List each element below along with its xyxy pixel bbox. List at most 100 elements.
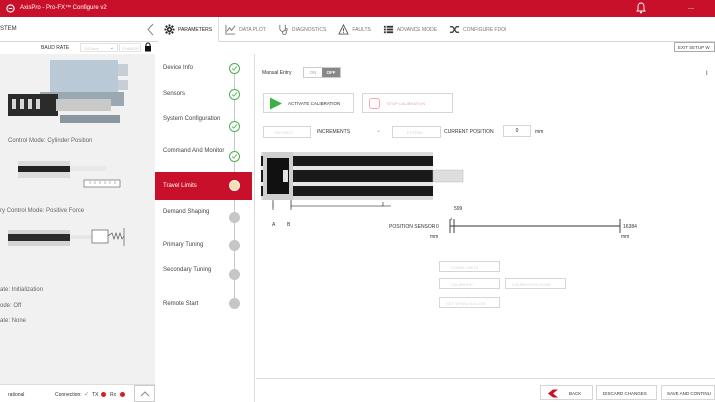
tab-configure-fdoi[interactable]: CONFIGURE FDOI <box>443 17 512 42</box>
retract-label: RETRACT <box>275 130 294 135</box>
toolbar: BAUD RATE 115 kb/s ⌄ CHANGE EXIT SETUP W <box>0 42 715 54</box>
tab-label: PARAMETERS <box>178 26 213 33</box>
position-sensor-label: POSITION SENSOR <box>389 224 436 230</box>
chevron-left-icon[interactable] <box>147 23 154 36</box>
step-demand-shaping[interactable]: Demand Shaping <box>155 200 252 238</box>
discard-changes-label: DISCARD CHANGES <box>603 391 647 396</box>
exit-setup-button[interactable]: EXIT SETUP W <box>674 42 715 52</box>
status-bar: rational Connection: ✓ TX Rx <box>0 384 155 402</box>
window-title: AxisPro - Pro-FX™ Configure v2 <box>20 5 107 11</box>
state-text: ate: Initialization <box>0 287 44 293</box>
sensor-min-unit: mm <box>430 234 439 240</box>
tab-label: ADVANCE MODE <box>396 26 438 33</box>
toggle-on: ON <box>309 70 317 75</box>
save-and-continue-button[interactable]: SAVE AND CONTINU <box>661 385 715 400</box>
step-label: System Configuration <box>163 116 221 122</box>
learn-limits-label: LEARN LIMITS <box>451 265 479 270</box>
set-speed-accel-label: SET SPEED & ACCEL <box>446 301 487 306</box>
connection-label: Connection: <box>55 392 82 398</box>
minimize-button[interactable]: — <box>688 6 694 12</box>
current-position-input[interactable]: 0 <box>503 125 531 137</box>
stop-calibration-button[interactable]: STOP CALIBRATION <box>362 93 453 113</box>
calibration-done-label: CALIBRATION DONE <box>512 282 552 287</box>
step-system-configuration[interactable]: System Configuration <box>155 108 252 146</box>
mode-text: ode: Off <box>0 303 22 309</box>
fault-state-text: ate: None <box>0 318 27 324</box>
rx-indicator <box>120 392 125 397</box>
play-icon <box>270 97 282 110</box>
tab-parameters[interactable]: PARAMETERS <box>158 17 220 42</box>
stethoscope-icon <box>279 24 288 35</box>
chevron-up-icon <box>140 391 150 397</box>
list-icon <box>383 25 393 34</box>
device-illustration <box>8 60 128 246</box>
retract-button[interactable]: RETRACT <box>263 126 311 138</box>
discard-changes-button[interactable]: DISCARD CHANGES <box>596 385 657 400</box>
chevron-down-icon: ⌄ <box>109 45 114 51</box>
step-primary-tuning[interactable]: Primary Tuning <box>155 238 252 264</box>
setup-steps: Device Info Sensors System Configuration… <box>155 54 255 402</box>
step-label: Sensors <box>163 91 186 97</box>
step-secondary-tuning[interactable]: Secondary Tuning <box>155 264 252 294</box>
position-sensor-scale <box>449 219 621 233</box>
pending-indicator <box>229 240 240 251</box>
step-sensors[interactable]: Sensors <box>155 82 252 108</box>
step-remote-start[interactable]: Remote Start <box>155 294 252 314</box>
baud-rate-select[interactable]: 115 kb/s ⌄ <box>80 43 118 52</box>
step-device-info[interactable]: Device Info <box>155 54 252 82</box>
tab-faults[interactable]: FAULTS <box>332 17 377 42</box>
footer-divider <box>256 378 715 379</box>
set-speed-accel-button[interactable]: SET SPEED & ACCEL <box>439 297 500 308</box>
back-label: BACK <box>569 391 582 396</box>
step-label: Primary Tuning <box>163 242 204 248</box>
tab-label: CONFIGURE FDOI <box>463 26 507 33</box>
baud-rate-value: 115 kb/s <box>84 46 99 51</box>
current-position-unit: mm <box>535 129 544 135</box>
current-position-label: CURRENT POSITION <box>444 129 494 135</box>
lock-icon[interactable] <box>144 42 152 52</box>
step-travel-limits[interactable]: Travel Limits <box>155 172 252 200</box>
step-label: Demand Shaping <box>163 209 210 215</box>
baud-rate-label: BAUD RATE <box>41 45 70 51</box>
app-logo-icon <box>6 4 15 13</box>
device-overview-panel: Control Mode: Cylinder Position ry Contr… <box>0 54 155 384</box>
tab-data-plot[interactable]: DATA PLOT <box>219 17 272 42</box>
expand-button[interactable] <box>134 385 155 402</box>
save-and-continue-label: SAVE AND CONTINU <box>667 391 711 396</box>
sensor-max-value: 16384 <box>623 224 637 230</box>
active-step-indicator <box>229 180 240 191</box>
extend-button[interactable]: EXTEND <box>392 126 441 138</box>
control-mode-text: Control Mode: Cylinder Position <box>8 138 93 144</box>
check-icon <box>229 121 240 132</box>
step-label: Travel Limits <box>163 183 197 189</box>
change-button[interactable]: CHANGE <box>119 43 141 52</box>
calibration-done-button[interactable]: CALIBRATION DONE <box>505 278 566 289</box>
increments-label: INCREMENTS <box>317 129 351 135</box>
sensor-min-value: 0 <box>436 224 439 230</box>
pending-indicator <box>229 212 240 223</box>
stop-icon <box>369 98 380 109</box>
tab-diagnostics[interactable]: DIAGNOSTICS <box>272 17 332 42</box>
back-button[interactable]: BACK <box>540 385 593 400</box>
title-bar: AxisPro - Pro-FX™ Configure v2 — <box>0 0 715 17</box>
bell-icon[interactable] <box>636 2 646 14</box>
step-label: Secondary Tuning <box>163 267 212 273</box>
back-arrow-icon <box>548 389 558 398</box>
limit-markers <box>272 202 391 210</box>
manual-entry-toggle[interactable]: ON OFF <box>303 67 341 78</box>
learn-limits-button[interactable]: LEARN LIMITS <box>439 261 500 272</box>
tab-advance-mode[interactable]: ADVANCE MODE <box>377 17 443 42</box>
gear-icon <box>164 24 175 35</box>
activate-calibration-label: ACTIVATE CALIBRATION <box>288 101 341 106</box>
travel-limits-content: Manual Entry ON OFF I ACTIVATE CALIBRATI… <box>256 54 715 402</box>
chevron-down-icon[interactable]: ⌄ <box>376 127 381 134</box>
manual-entry-label: Manual Entry <box>262 70 292 76</box>
rx-label: Rx <box>110 392 117 398</box>
pending-indicator <box>229 269 240 280</box>
extend-label: EXTEND <box>407 130 424 135</box>
nav-bar: STEM PARAMETERS DATA PLOT DIAGNOSTICS FA… <box>0 17 715 42</box>
calibrate-button[interactable]: CALIBRATE <box>439 278 500 289</box>
right-edge-letter: I <box>706 71 708 77</box>
warning-icon <box>338 24 350 35</box>
activate-calibration-button[interactable]: ACTIVATE CALIBRATION <box>263 93 354 113</box>
